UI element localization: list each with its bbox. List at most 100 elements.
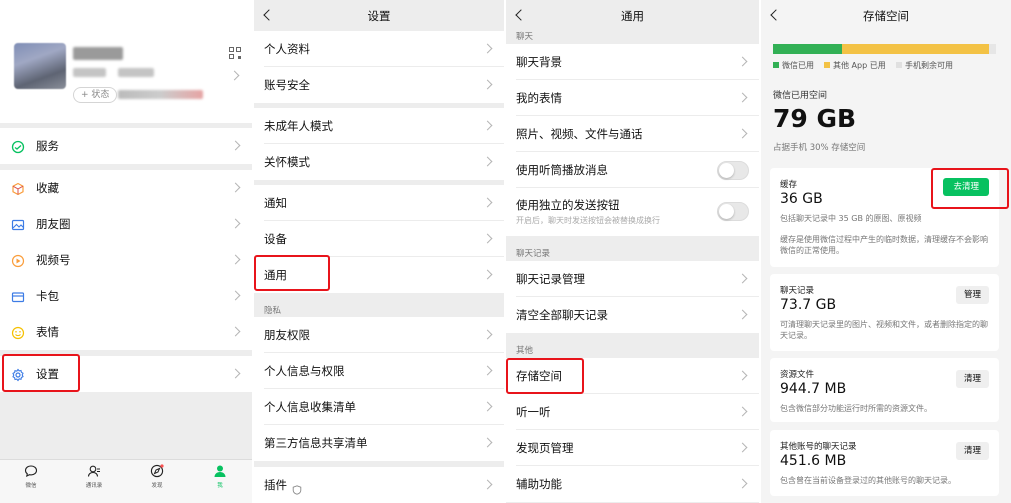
- item-label: 收藏: [36, 181, 59, 195]
- send-button-toggle[interactable]: [717, 202, 749, 221]
- card-desc: 包含微信部分功能运行时所需的资源文件。: [780, 404, 932, 413]
- tab-me[interactable]: 我: [200, 464, 240, 489]
- shield-icon: [292, 480, 302, 495]
- discover-tab-icon: [150, 464, 164, 478]
- send-button-toggle-row: 使用独立的发送按钮开启后，聊天时发送按钮会被替换成换行: [506, 188, 759, 236]
- chevron-right-icon: [737, 442, 748, 453]
- item-label: 使用听筒播放消息: [516, 163, 608, 177]
- settings-screen: 设置 个人资料 账号安全 未成年人模式 关怀模式 通知 设备 通用 隐私 朋友权限 个人信息与权限…: [254, 0, 504, 503]
- clean-other-accounts-button[interactable]: 清理: [955, 442, 989, 460]
- moments-icon: [11, 217, 25, 231]
- other-accounts-card: 其他账号的聊天记录 451.6 MB 包含曾在当前设备登录过的其他账号的聊天记录…: [770, 430, 999, 496]
- settings-item[interactable]: 设备: [254, 221, 504, 257]
- privacy-item[interactable]: 第三方信息共享清单: [254, 425, 504, 461]
- chat-setting-item[interactable]: 聊天背景: [506, 44, 759, 80]
- chevron-right-icon: [229, 70, 240, 81]
- clean-resources-button[interactable]: 清理: [955, 370, 989, 388]
- service-icon: [11, 139, 25, 154]
- privacy-item[interactable]: 朋友权限: [254, 317, 504, 353]
- me-item-favorites[interactable]: 收藏: [0, 170, 252, 206]
- other-item[interactable]: 听一听: [506, 394, 759, 430]
- chevron-right-icon: [482, 197, 493, 208]
- plugins-item[interactable]: 插件: [254, 467, 504, 503]
- settings-item[interactable]: 未成年人模式: [254, 108, 504, 144]
- chevron-right-icon: [482, 365, 493, 376]
- wechat-used-value: 79 GB: [773, 104, 857, 133]
- item-label: 清空全部聊天记录: [516, 308, 608, 322]
- status-info: [118, 90, 203, 99]
- chevron-right-icon: [737, 309, 748, 320]
- legend-wechat: 微信已用: [773, 60, 814, 71]
- me-item-card[interactable]: 卡包: [0, 278, 252, 314]
- chevron-right-icon: [737, 406, 748, 417]
- me-item-sticker[interactable]: 表情: [0, 314, 252, 350]
- usage-bar-other-apps: [842, 44, 989, 54]
- tab-discover[interactable]: 发现: [137, 464, 177, 489]
- page-title: 设置: [367, 9, 391, 23]
- earpiece-toggle-row: 使用听筒播放消息: [506, 152, 759, 188]
- legend-other-apps: 其他 App 已用: [824, 60, 886, 71]
- card-value: 36 GB: [780, 191, 823, 207]
- privacy-item[interactable]: 个人信息收集清单: [254, 389, 504, 425]
- settings-item[interactable]: 账号安全: [254, 67, 504, 103]
- item-label: 个人信息与权限: [264, 364, 345, 378]
- highlight-clean-cache: [931, 168, 1009, 209]
- nav-bar: 通用: [506, 0, 759, 26]
- chat-setting-item[interactable]: 我的表情: [506, 80, 759, 116]
- highlight-storage: [506, 358, 584, 394]
- favorites-icon: [11, 181, 25, 196]
- history-item[interactable]: 清空全部聊天记录: [506, 297, 759, 333]
- me-item-service[interactable]: 服务: [0, 128, 252, 164]
- qr-code-icon[interactable]: [229, 47, 241, 59]
- settings-item[interactable]: 通知: [254, 185, 504, 221]
- chevron-right-icon: [737, 273, 748, 284]
- tab-label: 我: [217, 483, 223, 489]
- item-label: 听一听: [516, 405, 551, 419]
- me-screen: + 状态 服务 收藏 朋友圈 视频号 卡包 表情 设置 微信 通讯录 发现 我: [0, 0, 252, 503]
- earpiece-toggle[interactable]: [717, 161, 749, 180]
- history-item[interactable]: 聊天记录管理: [506, 261, 759, 297]
- item-label: 使用独立的发送按钮: [516, 198, 620, 212]
- other-item[interactable]: 发现页管理: [506, 430, 759, 466]
- tab-chats[interactable]: 微信: [11, 464, 51, 489]
- chevron-right-icon: [230, 368, 241, 379]
- chat-setting-item[interactable]: 照片、视频、文件与通话: [506, 116, 759, 152]
- tab-label: 微信: [25, 483, 37, 489]
- page-title: 通用: [621, 9, 644, 23]
- item-label: 我的表情: [516, 91, 562, 105]
- chevron-right-icon: [482, 79, 493, 90]
- settings-item[interactable]: 个人资料: [254, 31, 504, 67]
- sticker-icon: [11, 325, 25, 340]
- manage-button[interactable]: 管理: [955, 286, 989, 304]
- me-item-moments[interactable]: 朋友圈: [0, 206, 252, 242]
- status-button[interactable]: + 状态: [73, 87, 118, 103]
- item-desc: 开启后，聊天时发送按钮会被替换成换行: [516, 216, 660, 225]
- profile-header[interactable]: + 状态: [0, 0, 252, 123]
- avatar[interactable]: [14, 43, 66, 89]
- item-label: 表情: [36, 325, 59, 339]
- chevron-right-icon: [230, 254, 241, 265]
- privacy-item[interactable]: 个人信息与权限: [254, 353, 504, 389]
- item-label: 发现页管理: [516, 441, 574, 455]
- card-title: 资源文件: [780, 370, 815, 380]
- wechat-id-2: [118, 68, 154, 77]
- chevron-right-icon: [482, 43, 493, 54]
- item-label: 视频号: [36, 253, 71, 267]
- me-item-channels[interactable]: 视频号: [0, 242, 252, 278]
- tab-contacts[interactable]: 通讯录: [74, 464, 114, 489]
- channels-icon: [11, 253, 25, 268]
- other-item[interactable]: 辅助功能: [506, 466, 759, 502]
- section-privacy: 隐私: [264, 306, 282, 316]
- wechat-id: [73, 68, 106, 77]
- chevron-right-icon: [230, 218, 241, 229]
- nav-bar: 存储空间: [761, 0, 1011, 30]
- legend-free: 手机剩余可用: [896, 60, 953, 71]
- item-label: 聊天背景: [516, 55, 562, 69]
- card-title: 其他账号的聊天记录: [780, 442, 857, 452]
- contacts-tab-icon: [87, 465, 100, 477]
- card-value: 73.7 GB: [780, 297, 837, 313]
- usage-bar-free: [989, 44, 996, 54]
- settings-item[interactable]: 关怀模式: [254, 144, 504, 180]
- chevron-right-icon: [737, 370, 748, 381]
- chevron-right-icon: [482, 120, 493, 131]
